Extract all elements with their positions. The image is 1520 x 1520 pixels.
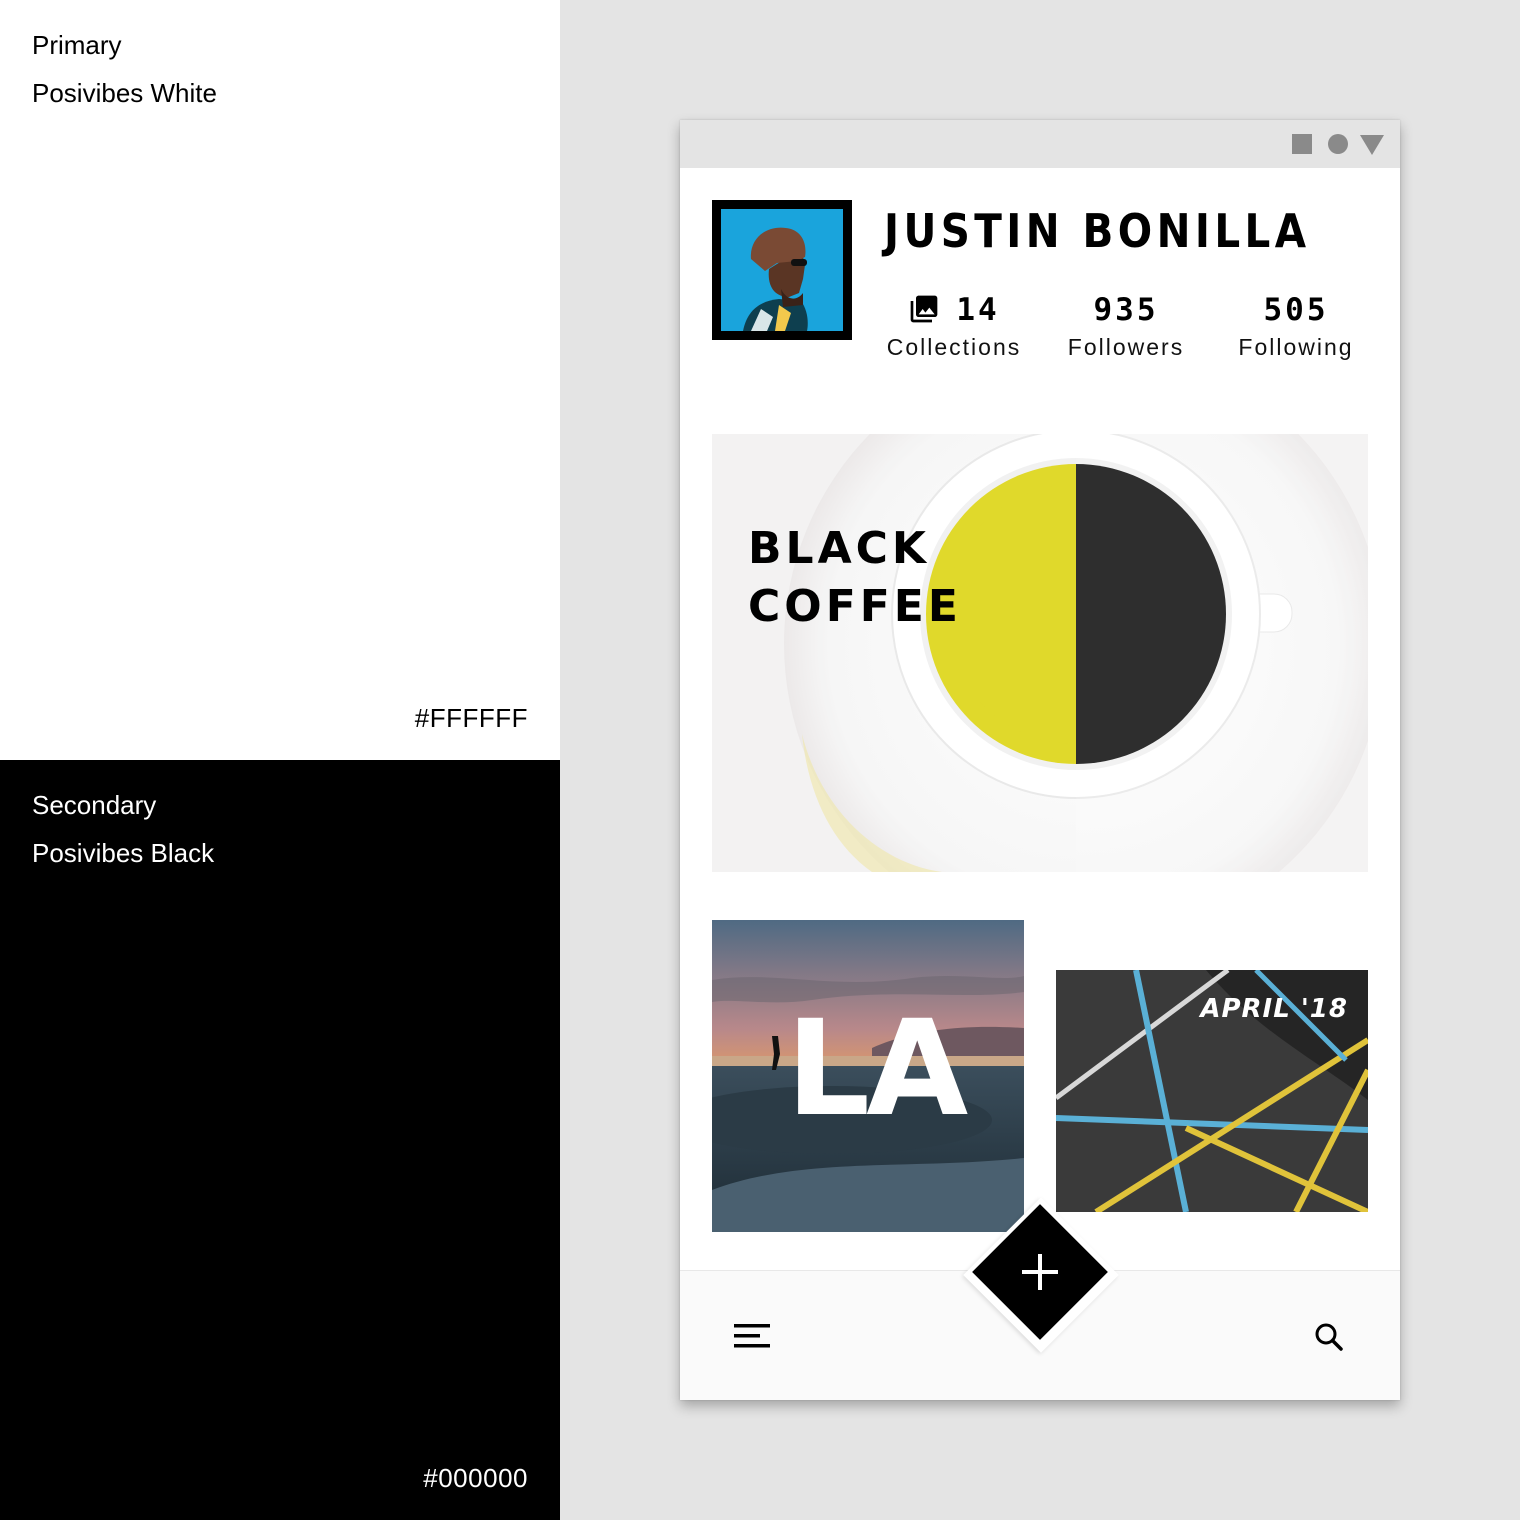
secondary-color-name: Posivibes Black <box>32 838 215 868</box>
coffee-title: BLACK COFFEE <box>748 520 962 636</box>
triangle-icon <box>1360 135 1384 155</box>
phone-screen: JUSTIN BONILLA 14 Collections 935 Follow… <box>680 120 1400 1400</box>
plus-icon[interactable] <box>1020 1252 1060 1292</box>
status-bar <box>680 120 1400 168</box>
coffee-title-line1: BLACK <box>748 523 931 574</box>
primary-hex: #FFFFFF <box>414 703 528 733</box>
circle-icon <box>1328 134 1348 154</box>
primary-swatch: Primary Posivibes White #FFFFFF <box>0 0 560 760</box>
collections-count: 14 <box>956 292 1000 328</box>
search-icon[interactable] <box>1314 1322 1344 1352</box>
avatar[interactable] <box>712 200 852 340</box>
stat-collections[interactable]: 14 Collections <box>874 288 1034 361</box>
secondary-role: Secondary <box>32 790 157 820</box>
following-count: 505 <box>1263 292 1329 328</box>
following-label: Following <box>1238 334 1354 360</box>
menu-icon[interactable] <box>734 1324 772 1352</box>
collections-label: Collections <box>886 334 1022 360</box>
la-title: LA <box>786 992 968 1146</box>
collections-count-row: 14 <box>874 288 1034 332</box>
primary-color-name: Posivibes White <box>32 78 217 108</box>
april-card[interactable]: APRIL '18 <box>1056 970 1368 1212</box>
la-card[interactable]: LA <box>712 920 1024 1232</box>
square-icon <box>1292 134 1312 154</box>
black-coffee-card[interactable]: BLACK COFFEE <box>712 434 1368 872</box>
profile-name: JUSTIN BONILLA <box>884 204 1311 258</box>
primary-role: Primary <box>32 30 122 60</box>
secondary-swatch: Secondary Posivibes Black #000000 <box>0 760 560 1520</box>
stat-followers[interactable]: 935 Followers <box>1046 288 1206 361</box>
secondary-hex: #000000 <box>423 1463 528 1493</box>
april-title: APRIL '18 <box>1200 994 1348 1024</box>
followers-count: 935 <box>1093 292 1159 328</box>
coffee-title-line2: COFFEE <box>748 581 962 632</box>
stat-following[interactable]: 505 Following <box>1216 288 1376 361</box>
collections-icon <box>910 295 938 322</box>
followers-label: Followers <box>1067 334 1185 360</box>
coffee-image <box>712 434 1368 872</box>
